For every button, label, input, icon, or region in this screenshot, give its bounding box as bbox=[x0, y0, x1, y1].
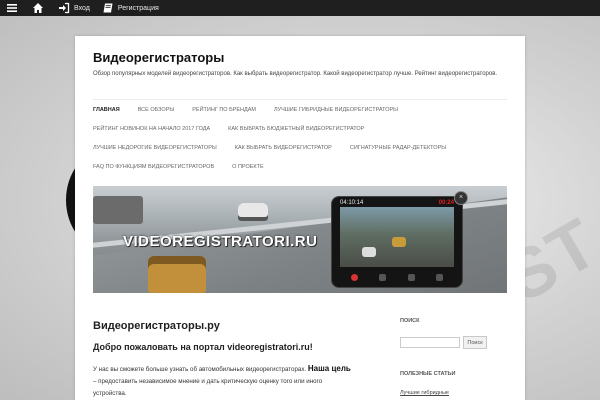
search-form: Поиск bbox=[400, 336, 487, 349]
record-icon bbox=[350, 273, 358, 281]
nav-item-budget-choice[interactable]: Как выбрать бюджетный видеорегистратор bbox=[228, 126, 364, 132]
banner-title: VIDEOREGISTRATORI.RU bbox=[123, 233, 318, 250]
close-icon: × bbox=[454, 191, 468, 205]
nav-item-faq[interactable]: FAQ по функциям видеорегистраторов bbox=[93, 164, 214, 170]
nav-item-best-cheap[interactable]: Лучшие недорогие видеорегистраторы bbox=[93, 145, 217, 151]
settings-icon bbox=[436, 273, 444, 281]
page-container: Видеорегистраторы Обзор популярных модел… bbox=[75, 36, 525, 400]
intro-paragraph: У нас вы сможете больше узнать об автомо… bbox=[93, 363, 353, 400]
home-button[interactable] bbox=[32, 0, 48, 16]
device-screen-car bbox=[362, 247, 376, 257]
home-icon bbox=[32, 2, 44, 14]
search-widget-title: Поиск bbox=[400, 318, 420, 324]
nav-item-brand-rating[interactable]: Рейтинг по брендам bbox=[192, 107, 256, 113]
book-icon bbox=[102, 2, 114, 14]
nav-item-about[interactable]: О проекте bbox=[232, 164, 264, 170]
useful-article-link[interactable]: Лучшие гибридные bbox=[400, 390, 449, 396]
device-controls bbox=[340, 271, 454, 283]
site-title[interactable]: Видеорегистраторы bbox=[93, 50, 224, 65]
device-screen bbox=[340, 207, 454, 267]
device-date: 04:10:14 bbox=[340, 200, 364, 206]
banner-car bbox=[238, 203, 268, 221]
register-label: Регистрация bbox=[117, 4, 159, 12]
header-banner: VIDEOREGISTRATORI.RU 04:10:14 00:24 × bbox=[93, 186, 507, 293]
nav-row: Главная Все обзоры Рейтинг по брендам Лу… bbox=[93, 100, 507, 119]
nav-item-new-2017[interactable]: Рейтинг новинок на начало 2017 года bbox=[93, 126, 210, 132]
login-link[interactable]: Вход bbox=[58, 0, 90, 16]
welcome-heading: Добро пожаловать на портал videoregistra… bbox=[93, 342, 313, 352]
main-content: Видеорегистраторы.ру Добро пожаловать на… bbox=[93, 320, 353, 397]
sign-in-icon bbox=[58, 2, 70, 14]
device-screen-car bbox=[392, 237, 406, 247]
top-toolbar: Вход Регистрация bbox=[0, 0, 600, 16]
nav-item-all-reviews[interactable]: Все обзоры bbox=[138, 107, 175, 113]
login-label: Вход bbox=[74, 4, 90, 12]
entry-title: Видеорегистраторы.ру bbox=[93, 320, 220, 332]
nav-row: Лучшие недорогие видеорегистраторы Как в… bbox=[93, 138, 507, 157]
folder-icon bbox=[407, 273, 415, 281]
banner-car bbox=[148, 256, 206, 293]
register-link[interactable]: Регистрация bbox=[102, 0, 159, 16]
banner-car bbox=[93, 196, 143, 224]
useful-articles-title: Полезные статьи bbox=[400, 371, 456, 377]
intro-text-1: У нас вы сможете больше узнать об автомо… bbox=[93, 366, 307, 373]
nav-item-best-hybrid[interactable]: Лучшие гибридные видеорегистраторы bbox=[274, 107, 398, 113]
nav-item-home[interactable]: Главная bbox=[93, 107, 120, 113]
hamburger-icon bbox=[6, 2, 18, 14]
main-navigation: Главная Все обзоры Рейтинг по брендам Лу… bbox=[93, 99, 507, 176]
nav-item-radar-detectors[interactable]: Сигнатурные радар-детекторы bbox=[350, 145, 446, 151]
nav-row: Рейтинг новинок на начало 2017 года Как … bbox=[93, 119, 507, 138]
site-description: Обзор популярных моделей видеорегистрато… bbox=[93, 71, 498, 77]
camera-icon bbox=[379, 273, 387, 281]
search-input[interactable] bbox=[400, 337, 460, 348]
intro-bold-text: Наша цель bbox=[307, 364, 351, 373]
nav-row: FAQ по функциям видеорегистраторов О про… bbox=[93, 157, 507, 176]
nav-item-how-to-choose[interactable]: Как выбрать видеорегистратор bbox=[235, 145, 332, 151]
menu-button[interactable] bbox=[6, 0, 22, 16]
device-time: 00:24 bbox=[438, 200, 454, 206]
intro-text-2: – предоставить независимое мнение и дать… bbox=[93, 378, 323, 397]
search-button[interactable]: Поиск bbox=[463, 336, 487, 349]
dashcam-device-illustration: 04:10:14 00:24 × bbox=[331, 191, 468, 288]
device-status-bar: 04:10:14 00:24 bbox=[340, 199, 454, 207]
sidebar: Поиск Поиск Полезные статьи Лучшие гибри… bbox=[400, 318, 510, 396]
